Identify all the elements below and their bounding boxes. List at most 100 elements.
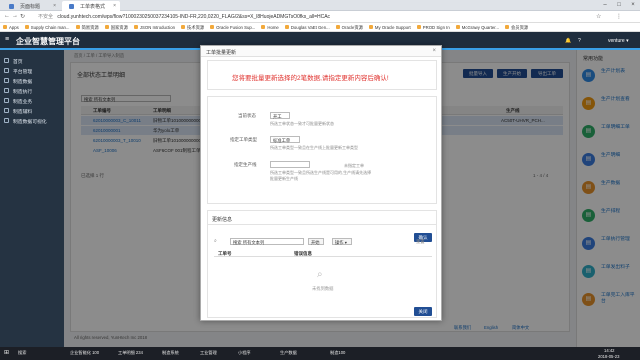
bookmark-item[interactable]: Oracle资源 [335, 25, 363, 31]
order-type-select[interactable]: 标准工单 [270, 136, 300, 143]
window-close-icon[interactable]: × [626, 0, 640, 11]
taskbar-item[interactable]: 工业管理 [200, 350, 217, 356]
taskbar-item[interactable]: 工单明细 234 [118, 350, 143, 356]
results-table-header: 工单号 错误信息 [214, 249, 432, 257]
results-title: 更新信息 [212, 217, 233, 223]
bookmark-item[interactable]: 技术资源 [180, 25, 204, 31]
bookmark-item[interactable]: McGrawy Quarter... [455, 25, 499, 30]
help-icon[interactable]: ? [578, 38, 581, 44]
close-icon[interactable]: × [53, 3, 56, 9]
minimize-icon[interactable]: – [598, 0, 612, 11]
reload-icon[interactable]: ↻ [20, 13, 25, 20]
box-icon [4, 108, 9, 113]
favicon-icon [9, 4, 14, 9]
settings-icon [4, 68, 9, 73]
sidebar-item-mfg-material[interactable]: 制造辅料 [0, 106, 64, 116]
bookmark-item[interactable]: Supply Chain man... [24, 25, 70, 30]
bookmark-item[interactable]: 会员资源 [505, 25, 528, 31]
briefcase-icon [4, 98, 9, 103]
taskbar-item[interactable]: 企业智能化 100 [70, 350, 99, 356]
line-select[interactable] [270, 161, 310, 168]
clock-time: 14:42 [604, 348, 615, 353]
sidebar-item-platform[interactable]: 平台管理 [0, 66, 64, 76]
sidebar: 首页 平台管理 制造数据 制造执行 制造业务 制造辅料 制造数据可视化 [0, 50, 64, 347]
update-form: 当前状态 开工 所选工单状态一致才可批量更新状态 指定工单类型 标准工单 所选工… [207, 96, 437, 242]
status-select[interactable]: 开工 [270, 112, 290, 119]
insecure-label: 不安全 [38, 14, 54, 20]
sidebar-item-mfg-biz[interactable]: 制造业务 [0, 96, 64, 106]
browser-tab-label: 页面标题 [20, 4, 41, 10]
menu-icon[interactable]: ⋮ [616, 13, 622, 20]
sidebar-item-mfg-data[interactable]: 制造数据 [0, 76, 64, 86]
order-type-label: 指定工单类型 [230, 137, 257, 142]
favicon-icon [69, 4, 74, 9]
maximize-icon[interactable]: □ [612, 0, 626, 11]
browser-tab[interactable]: 页面标题 × [2, 1, 60, 11]
reset-button[interactable]: 重置 [416, 239, 425, 245]
warning-text: 您将要批量更新选择的2笔数据,请指定更新内容后确认! [232, 75, 389, 82]
close-icon[interactable]: × [113, 3, 116, 9]
taskbar: ⊞ 搜索 企业智能化 100 工单明细 234 制造系统 工业管理 小程序 生产数据 制造10… [0, 347, 640, 360]
dialog-header: 工单批量更新 × [201, 46, 441, 57]
gear-icon [4, 88, 9, 93]
user-menu[interactable]: venture ▾ [608, 38, 629, 44]
bookmark-item[interactable]: Oracle Fusion Sup... [210, 25, 255, 30]
search-icon: ⌕ [317, 269, 323, 280]
app-title: 企业智慧管理平台 [16, 37, 80, 46]
sidebar-item-mfg-exec[interactable]: 制造执行 [0, 86, 64, 96]
url-text: cloud.yunhtech.com/wps/flow?100023025003… [57, 14, 331, 20]
browser-tab-label: 工单表格式 [80, 4, 106, 10]
sidebar-item-label: 制造数据可视化 [13, 120, 47, 125]
results-search-input[interactable]: 搜索 所有文本列 [230, 238, 304, 245]
bookmark-item[interactable]: 简易资源 [75, 25, 99, 31]
sidebar-item-label: 制造执行 [13, 90, 33, 95]
close-icon[interactable]: × [432, 48, 436, 54]
bookmark-item[interactable]: Home [261, 25, 279, 30]
sidebar-item-label: 平台管理 [13, 70, 33, 75]
bell-icon[interactable]: 🔔 [565, 38, 571, 44]
back-icon[interactable]: ← [4, 13, 10, 19]
empty-text: 未找到数据 [312, 286, 334, 291]
star-icon[interactable]: ☆ [596, 13, 601, 20]
sidebar-item-mfg-visual[interactable]: 制造数据可视化 [0, 116, 64, 126]
taskbar-item[interactable]: 生产数据 [280, 350, 297, 356]
sidebar-item-label: 制造业务 [13, 100, 33, 105]
search-icon: ⌕ [214, 238, 217, 244]
bookmark-item[interactable]: Apps [3, 25, 19, 30]
order-type-help: 所选工单类型一致且在生产线上批量更新工单类型 [270, 145, 358, 150]
status-help: 所选工单状态一致才可批量更新状态 [270, 121, 334, 126]
windows-icon[interactable]: ⊞ [4, 349, 9, 356]
url-field[interactable]: 不安全 cloud.yunhtech.com/wps/flow?10002302… [38, 13, 330, 21]
bookmark-item[interactable]: PROD Sign In [416, 25, 450, 30]
batch-update-dialog: 工单批量更新 × 您将要批量更新选择的2笔数据,请指定更新内容后确认! 当前状态… [200, 45, 442, 321]
bookmark-item[interactable]: My Oracle Support [368, 25, 411, 30]
sidebar-item-home[interactable]: 首页 [0, 56, 64, 66]
forward-icon[interactable]: → [12, 13, 18, 19]
bookmark-item[interactable]: 国家资源 [104, 25, 128, 31]
dialog-title: 工单批量更新 [206, 50, 237, 56]
taskbar-item[interactable]: 制造系统 [162, 350, 179, 356]
status-label: 当前状态 [238, 113, 256, 118]
hamburger-icon[interactable]: ≡ [5, 36, 9, 43]
bookmark-item[interactable]: Douglas VaEt Gen... [284, 25, 330, 30]
bookmarks-bar: Apps Supply Chain man... 简易资源 国家资源 JSON Intr… [0, 23, 640, 32]
sidebar-item-label: 首页 [13, 60, 23, 65]
bookmark-item[interactable]: JSON Introduction [133, 25, 175, 30]
close-button[interactable]: 关闭 [414, 307, 432, 316]
col-order-header: 工单号 [218, 251, 232, 256]
browser-tab-active[interactable]: 工单表格式 × [62, 1, 120, 11]
home-icon [4, 58, 9, 63]
taskbar-item[interactable]: 制造100 [330, 350, 345, 356]
actions-menu[interactable]: 操作 ▾ [332, 238, 352, 245]
col-error-header: 错误信息 [294, 251, 312, 256]
database-icon [4, 78, 9, 83]
sidebar-item-label: 制造辅料 [13, 110, 33, 115]
go-button[interactable]: 开始 [308, 238, 324, 245]
warning-box: 您将要批量更新选择的2笔数据,请指定更新内容后确认! [207, 60, 437, 90]
taskbar-item[interactable]: 搜索 [18, 350, 26, 356]
address-bar: ← → ↻ 不安全 cloud.yunhtech.com/wps/flow?10… [0, 11, 640, 23]
taskbar-item[interactable]: 小程序 [238, 350, 251, 356]
update-results: 更新信息 ⌕ 搜索 所有文本列 开始 操作 ▾ 重置 工单号 错误信息 ⌕ 未找… [207, 210, 437, 318]
line-extra: 批量更新生产线 [270, 176, 298, 181]
chart-icon [4, 118, 9, 123]
